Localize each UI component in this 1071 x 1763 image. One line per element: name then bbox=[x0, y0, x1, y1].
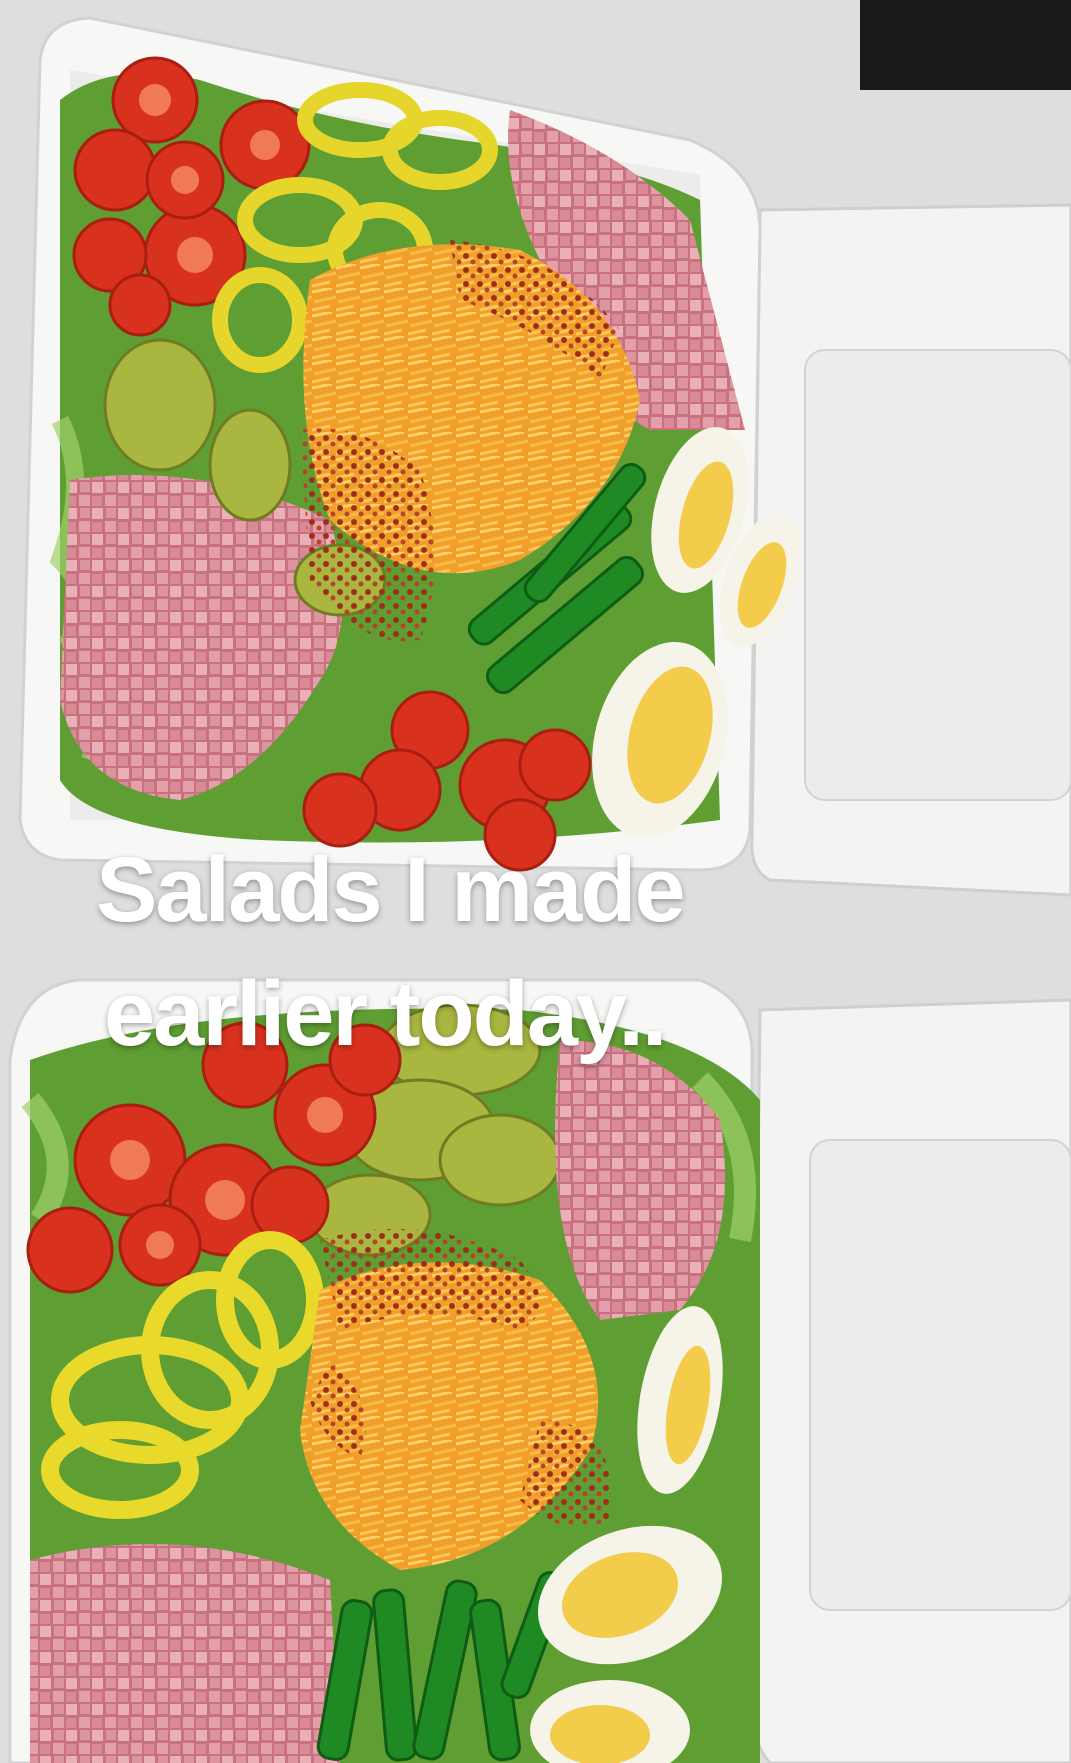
bottom-salad-container bbox=[8, 978, 1071, 1763]
caption-line-2: earlier today.. bbox=[104, 963, 667, 1065]
caption-line-1: Salads I made bbox=[96, 839, 686, 941]
